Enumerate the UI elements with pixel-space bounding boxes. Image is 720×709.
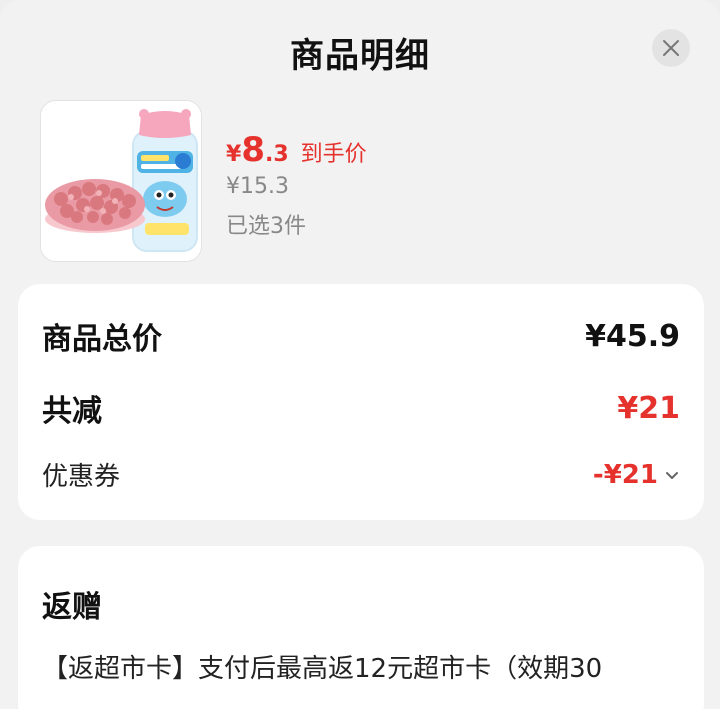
coupon-value: -¥21 <box>592 459 658 490</box>
total-price-label: 商品总价 <box>42 322 162 357</box>
reduction-value: ¥21 <box>617 390 680 426</box>
total-price-value: ¥45.9 <box>585 318 680 354</box>
sheet-title: 商品明细 <box>290 36 430 76</box>
gift-description: 【返超市卡】支付后最高返12元超市卡（效期30 <box>42 654 603 684</box>
chevron-down-icon[interactable] <box>664 460 680 490</box>
price-tag-label: 到手价 <box>300 142 367 167</box>
sheet-header: 商品明细 <box>0 0 720 96</box>
coupon-label: 优惠券 <box>42 462 121 492</box>
original-price: ¥15.3 <box>226 174 289 199</box>
product-image[interactable] <box>40 100 202 262</box>
price-integer: 8 <box>241 130 265 170</box>
reduction-label: 共减 <box>42 394 102 429</box>
gift-card: 返赠 【返超市卡】支付后最高返12元超市卡（效期30 <box>18 546 704 709</box>
total-price-row: 商品总价 ¥45.9 <box>42 314 680 358</box>
product-summary: ¥ 8 .3 到手价 ¥15.3 已选3件 <box>0 96 720 276</box>
product-jar-image <box>41 101 201 261</box>
detail-sheet: 商品明细 ¥ 8 .3 到手价 ¥15.3 已选3件 商品总价 ¥45.9 共减… <box>0 0 720 709</box>
price-decimal: .3 <box>264 142 289 167</box>
deal-price: ¥ 8 .3 到手价 <box>226 130 367 170</box>
close-button[interactable] <box>652 29 690 67</box>
gift-title: 返赠 <box>42 590 102 625</box>
coupon-value-group[interactable]: -¥21 <box>593 460 680 490</box>
price-summary-card: 商品总价 ¥45.9 共减 ¥21 优惠券 -¥21 <box>18 284 704 520</box>
selected-quantity: 已选3件 <box>226 214 306 239</box>
price-currency-symbol: ¥ <box>226 142 242 167</box>
reduction-row: 共减 ¥21 <box>42 386 680 430</box>
coupon-row[interactable]: 优惠券 -¥21 <box>42 456 680 493</box>
close-icon <box>662 39 680 57</box>
